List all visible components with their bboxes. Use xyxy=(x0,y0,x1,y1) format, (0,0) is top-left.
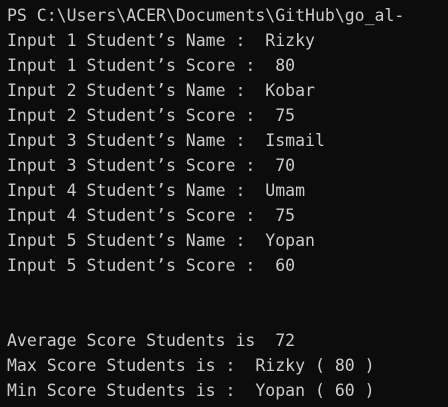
input-line-4-score: Input 4 Student’s Score : 75 xyxy=(7,206,296,225)
input-line-1-score: Input 1 Student’s Score : 80 xyxy=(7,56,296,75)
input-line-2-score: Input 2 Student’s Score : 75 xyxy=(7,106,296,125)
input-line-5-score: Input 5 Student’s Score : 60 xyxy=(7,256,296,275)
average-score-line: Average Score Students is 72 xyxy=(7,331,296,350)
input-line-5-name: Input 5 Student’s Name : Yopan xyxy=(7,231,315,250)
prompt-line: PS C:\Users\ACER\Documents\GitHub\go_al- xyxy=(7,6,405,25)
input-line-3-name: Input 3 Student’s Name : Ismail xyxy=(7,131,325,150)
min-score-line: Min Score Students is : Yopan ( 60 ) xyxy=(7,381,375,400)
terminal-window[interactable]: PS C:\Users\ACER\Documents\GitHub\go_al-… xyxy=(0,0,448,407)
input-line-1-name: Input 1 Student’s Name : Rizky xyxy=(7,31,315,50)
input-line-3-score: Input 3 Student’s Score : 70 xyxy=(7,156,296,175)
input-line-4-name: Input 4 Student’s Name : Umam xyxy=(7,181,306,200)
input-line-2-name: Input 2 Student’s Name : Kobar xyxy=(7,81,315,100)
max-score-line: Max Score Students is : Rizky ( 80 ) xyxy=(7,356,375,375)
